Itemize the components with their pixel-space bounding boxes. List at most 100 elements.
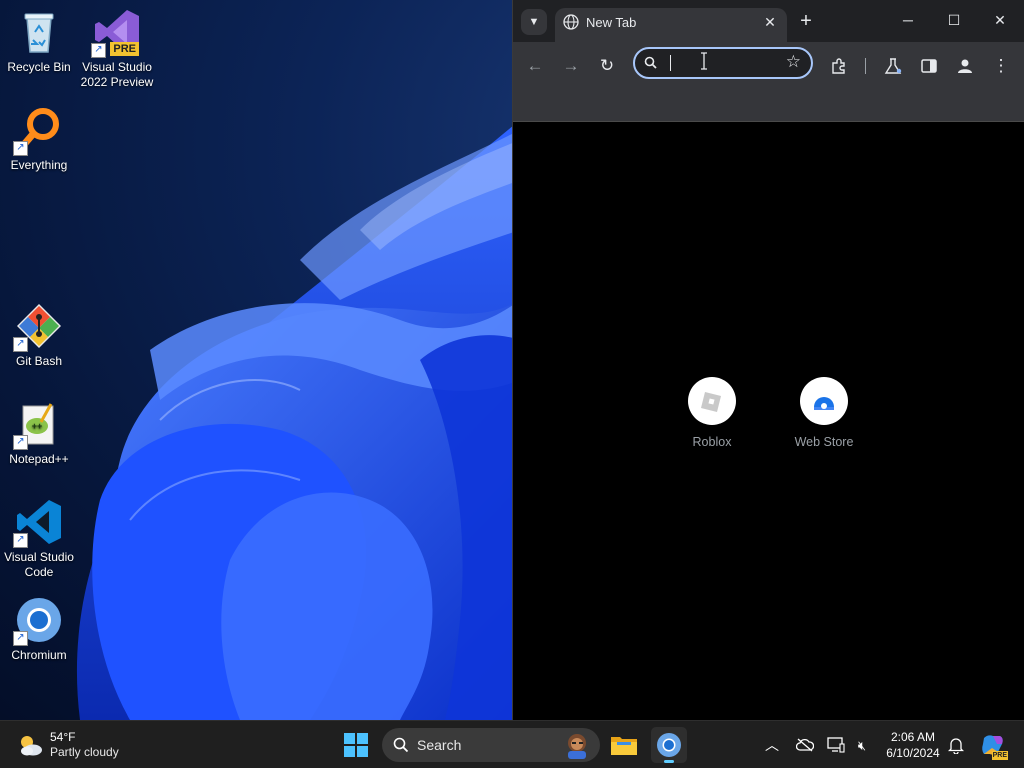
minimize-icon: ─: [903, 12, 913, 28]
back-icon: ←: [526, 56, 544, 75]
partly-cloudy-icon: [21, 736, 42, 756]
desktop-icon-label: Chromium: [11, 648, 67, 662]
visual-studio-preview-icon: PRE ↗: [91, 8, 141, 58]
weather-widget[interactable]: 54°F Partly cloudy: [16, 729, 146, 761]
back-button[interactable]: ←: [521, 52, 549, 80]
reload-button[interactable]: ↻: [593, 52, 621, 80]
desktop-icon-everything[interactable]: ↗ Everything: [2, 106, 76, 173]
toolbar-divider: [865, 58, 866, 74]
tab-search-button[interactable]: ▼: [521, 9, 547, 35]
profile-icon: [958, 59, 972, 73]
profile-button[interactable]: [951, 52, 979, 80]
taskbar-chromium[interactable]: [651, 727, 687, 763]
onedrive-tray[interactable]: [795, 735, 815, 755]
notepadpp-icon: ++ ↗: [13, 400, 63, 450]
desktop-icon-label: Visual Studio 2022 Preview: [80, 60, 154, 89]
shortcut-arrow-icon: ↗: [13, 631, 28, 646]
desktop-icon-label: Notepad++: [9, 452, 69, 466]
chevron-down-icon: ▼: [528, 16, 540, 28]
display-tray[interactable]: [826, 735, 846, 755]
copilot-button[interactable]: PRE: [980, 732, 1008, 760]
shortcut-roblox[interactable]: Roblox: [666, 377, 758, 449]
vscode-icon: ↗: [13, 498, 63, 548]
desktop-icon-label: Visual Studio Code: [4, 550, 74, 579]
notifications-button[interactable]: [946, 735, 966, 755]
menu-icon: ⋮: [992, 56, 1010, 75]
extensions-button[interactable]: [825, 52, 853, 80]
desktop-icon-git-bash[interactable]: ↗ Git Bash: [2, 302, 76, 369]
bookmark-star-icon[interactable]: ☆: [786, 52, 801, 72]
globe-icon: [563, 14, 579, 30]
close-icon: ✕: [994, 12, 1006, 28]
everything-search-icon: ↗: [13, 106, 63, 156]
tab-close-icon[interactable]: ✕: [761, 13, 779, 31]
maximize-button[interactable]: ☐: [939, 6, 969, 34]
desktop-icon-vscode[interactable]: ↗ Visual Studio Code: [2, 498, 76, 580]
side-panel-icon: [921, 59, 937, 73]
desktop-icon-chromium[interactable]: ↗ Chromium: [2, 596, 76, 663]
network-volume-tray[interactable]: 🔇︎: [852, 735, 872, 755]
forward-button[interactable]: →: [557, 52, 585, 80]
labs-button[interactable]: [879, 52, 907, 80]
taskbar-file-explorer[interactable]: [606, 727, 642, 763]
desktop-icon-recycle-bin[interactable]: Recycle Bin: [2, 8, 76, 75]
search-icon: [393, 737, 409, 753]
roblox-icon: [688, 377, 736, 425]
weather-temp: 54°F: [50, 730, 76, 744]
extensions-icon: [832, 58, 845, 74]
weather-condition: Partly cloudy: [50, 745, 119, 759]
taskbar-search-box[interactable]: Search: [382, 728, 600, 762]
start-icon: [344, 733, 368, 757]
reload-icon: ↻: [599, 56, 615, 75]
git-bash-icon: ↗: [13, 302, 63, 352]
web-store-icon: [800, 377, 848, 425]
shortcut-label: Web Store: [794, 435, 854, 449]
shortcut-arrow-icon: ↗: [13, 435, 28, 450]
new-tab-page: Roblox Web Store: [513, 122, 1023, 720]
start-button[interactable]: [344, 733, 368, 757]
recycle-bin-icon: [15, 8, 63, 56]
chromium-icon: [657, 733, 681, 757]
side-panel-button[interactable]: [915, 52, 943, 80]
shortcut-arrow-icon: ↗: [13, 533, 28, 548]
browser-window[interactable]: ▼ New Tab ✕ + ─ ☐ ✕ ← → ↻ ☆ ⋮ Roblox Web…: [512, 0, 1024, 720]
shortcut-label: Roblox: [692, 435, 732, 449]
mouse-ibeam-cursor: [701, 52, 707, 70]
search-icon: [644, 56, 657, 69]
desktop-icon-label: Recycle Bin: [7, 60, 71, 74]
browser-toolbar: ← → ↻ ☆ ⋮: [513, 42, 1024, 122]
system-clock[interactable]: 2:06 AM 6/10/2024: [878, 729, 948, 761]
address-bar[interactable]: ☆: [633, 47, 813, 79]
search-highlight-icon: [568, 734, 586, 759]
desktop-icon-label: Git Bash: [15, 354, 63, 368]
clock-date: 6/10/2024: [886, 746, 940, 760]
shortcut-web-store[interactable]: Web Store: [778, 377, 870, 449]
browser-titlebar[interactable]: ▼ New Tab ✕ + ─ ☐ ✕: [513, 0, 1024, 42]
copilot-pre-badge: PRE: [991, 751, 1008, 760]
forward-icon: →: [562, 56, 580, 75]
chromium-icon: ↗: [13, 596, 63, 646]
maximize-icon: ☐: [947, 12, 961, 28]
address-input[interactable]: [671, 54, 775, 74]
close-window-button[interactable]: ✕: [985, 6, 1015, 34]
new-tab-button[interactable]: +: [795, 10, 817, 32]
shortcut-arrow-icon: ↗: [13, 141, 28, 156]
clock-time: 2:06 AM: [890, 730, 936, 744]
menu-button[interactable]: ⋮: [987, 52, 1015, 80]
shortcut-arrow-icon: ↗: [13, 337, 28, 352]
chevron-up-icon: ︿: [765, 737, 779, 753]
desktop-icon-label: Everything: [10, 158, 68, 172]
taskbar-search-label: Search: [417, 737, 462, 753]
desktop-icon-notepadpp[interactable]: ++ ↗ Notepad++: [2, 400, 76, 467]
preview-badge: PRE: [110, 42, 139, 56]
show-hidden-icons-button[interactable]: ︿: [762, 735, 782, 755]
file-explorer-icon: [611, 737, 637, 755]
display-icon: [827, 737, 845, 753]
active-app-indicator: [664, 760, 674, 763]
tab-new-tab[interactable]: New Tab ✕: [555, 8, 787, 42]
taskbar: 54°F Partly cloudy Search ︿ 🔇︎ 2:06 AM 6…: [0, 720, 1024, 768]
notifications-icon: [947, 738, 965, 755]
desktop-icon-visual-studio-preview[interactable]: PRE ↗ Visual Studio 2022 Preview: [80, 8, 154, 90]
minimize-button[interactable]: ─: [893, 6, 923, 34]
shortcut-arrow-icon: ↗: [91, 43, 106, 58]
